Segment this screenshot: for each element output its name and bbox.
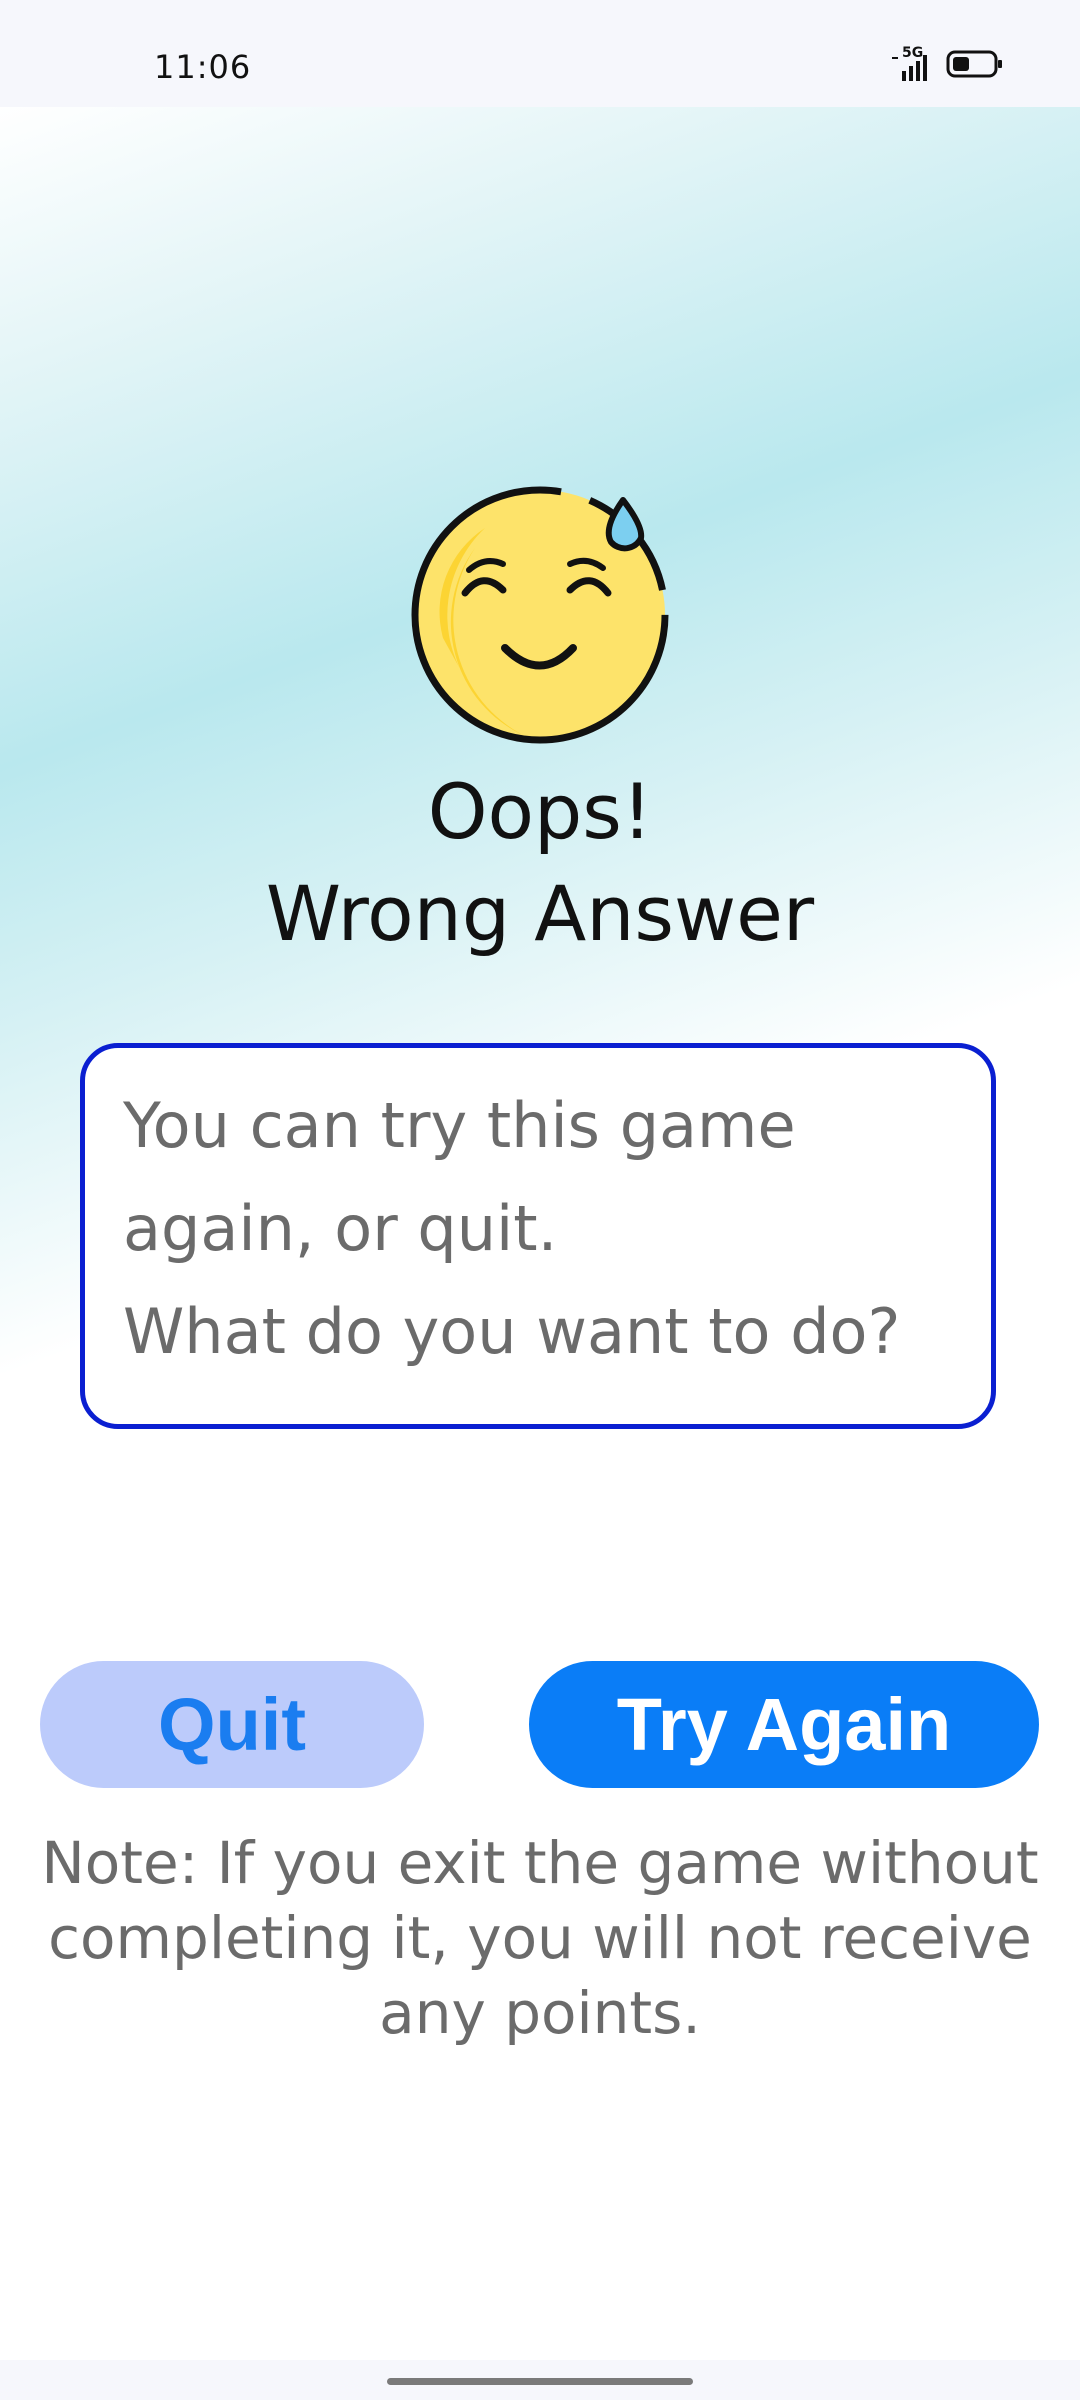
result-title-line1: Oops! <box>427 767 653 856</box>
status-bar: 11:06 5G <box>0 0 1080 107</box>
message-line-2: again, or quit. <box>123 1192 558 1265</box>
status-time: 11:06 <box>154 48 252 86</box>
note-text: Note: If you exit the game without compl… <box>41 1829 1039 2047</box>
battery-icon <box>946 50 1004 83</box>
result-title-line2: Wrong Answer <box>265 869 815 958</box>
signal-icon: 5G <box>890 45 932 83</box>
home-indicator[interactable] <box>387 2378 693 2385</box>
message-line-3: What do you want to do? <box>123 1295 901 1368</box>
sweat-smile-emoji-icon <box>405 478 675 748</box>
quit-button[interactable]: Quit <box>40 1661 424 1788</box>
status-icons: 5G <box>890 45 1004 83</box>
message-box: You can try this game again, or quit. Wh… <box>80 1043 996 1429</box>
try-again-button[interactable]: Try Again <box>529 1661 1039 1788</box>
message-line-1: You can try this game <box>123 1089 796 1162</box>
